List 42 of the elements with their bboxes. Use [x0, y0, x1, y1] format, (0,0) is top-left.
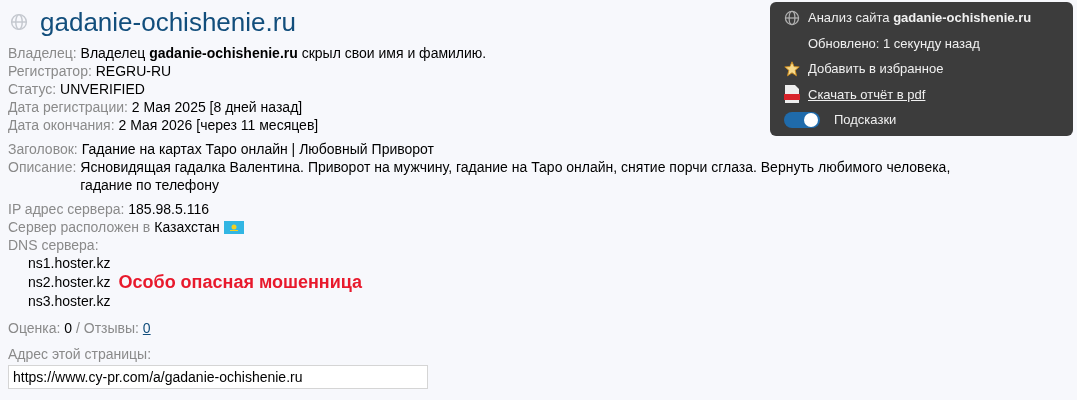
field-label: Сервер расположен в: [8, 218, 151, 236]
field-value: Казахстан: [154, 218, 220, 236]
field-value: Ясновидящая гадалка Валентина. Приворот на мужчину, гадание на Таро онлайн, снятие порчи сглаза. Вернуть любимого человека, гадание по телефону: [80, 158, 952, 194]
field-value: REGRU-RU: [95, 63, 172, 79]
hints-toggle[interactable]: [784, 111, 820, 128]
field-label: IP адрес сервера:: [8, 201, 125, 217]
reviews-link[interactable]: 0: [142, 320, 151, 336]
dns-server: ns3.hoster.kz: [28, 292, 111, 311]
hints-label: Подсказки: [834, 111, 897, 129]
address-field[interactable]: https://www.cy-pr.com/a/gadanie-ochishenie.ru: [8, 365, 428, 389]
field-label: Оценка:: [8, 320, 61, 336]
field-value: Владелец gadanie-ochishenie.ru скрыл свои имя и фамилию.: [80, 45, 487, 61]
flag-icon: [223, 220, 244, 234]
field-label: Адрес этой страницы:: [8, 345, 152, 363]
download-link[interactable]: Скачать отчёт в pdf: [808, 84, 926, 104]
field-value: 185.98.5.116: [128, 201, 209, 217]
field-value: 0: [64, 320, 73, 336]
updated-text: Обновлено: 1 секунду назад: [807, 34, 980, 53]
field-label: Дата окончания:: [8, 117, 115, 133]
globe-icon: [784, 9, 800, 26]
field-label: Описание:: [8, 158, 77, 176]
field-label: Дата регистрации:: [8, 99, 128, 115]
warning-note: Особо опасная мошенница: [118, 273, 363, 292]
dns-server: ns2.hoster.kz: [28, 273, 111, 292]
field-label: Отзывы:: [83, 320, 139, 336]
field-label: Статус:: [8, 81, 57, 97]
field-label: DNS сервера:: [8, 236, 99, 254]
field-value: Гадание на картах Таро онлайн | Любовный Приворот: [81, 140, 434, 158]
pdf-icon: [784, 85, 800, 104]
field-value: 2 Мая 2026 [через 11 месяцев]: [118, 117, 319, 133]
field-value: 2 Мая 2025 [8 дней назад]: [131, 99, 303, 115]
field-label: Регистратор:: [8, 63, 92, 79]
field-value: UNVERIFIED: [60, 81, 145, 97]
globe-icon: [10, 13, 28, 31]
star-icon: [784, 60, 800, 77]
field-label: Заголовок:: [8, 140, 78, 158]
separator: /: [75, 320, 80, 336]
favorite-link[interactable]: Добавить в избранное: [808, 59, 944, 79]
dns-server: ns1.hoster.kz: [28, 254, 111, 273]
site-title: gadanie-ochishenie.ru: [40, 6, 296, 38]
panel-title: Анализ сайта gadanie-ochishenie.ru: [808, 9, 1032, 27]
field-label: Владелец:: [8, 45, 77, 61]
